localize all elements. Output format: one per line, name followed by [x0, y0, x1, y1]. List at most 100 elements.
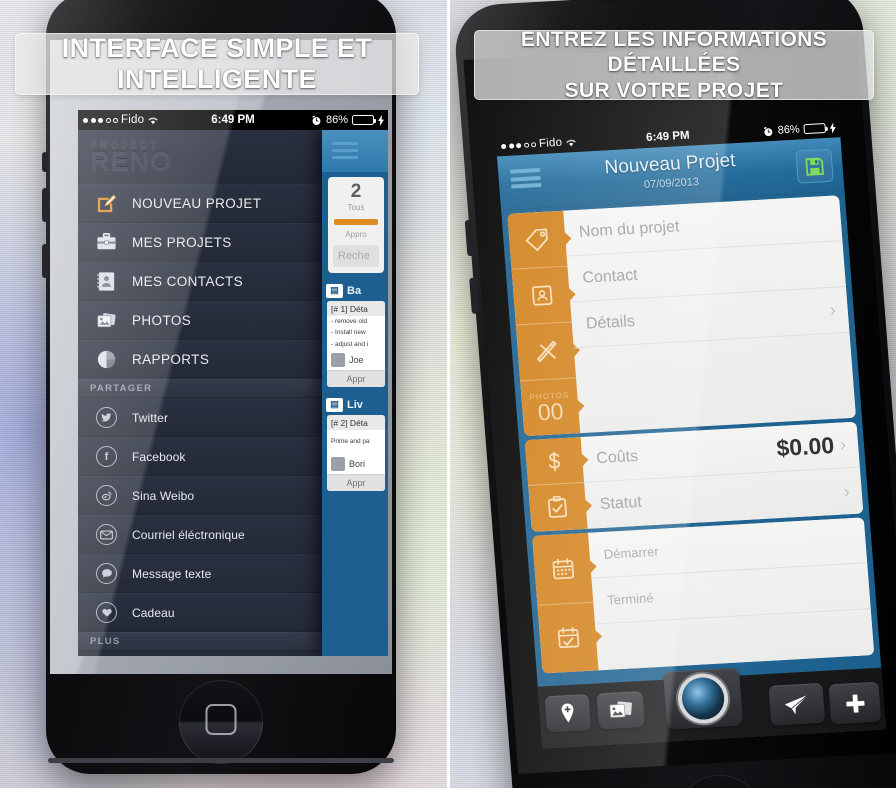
- calendar-start-icon: [532, 532, 594, 606]
- battery-icon: [352, 115, 376, 125]
- form-rows: Nom du projet Contact Détails ›: [563, 195, 857, 434]
- peek-search-input[interactable]: Reche: [333, 245, 379, 267]
- tag-icon: [507, 210, 568, 270]
- add-location-button[interactable]: [544, 693, 592, 733]
- battery-percent-label: 86%: [777, 123, 801, 137]
- logo-bottom-text: RENO: [90, 146, 173, 177]
- status-right-group: 86%: [762, 121, 836, 137]
- field-placeholder: Statut: [599, 493, 643, 514]
- peek-count-label: Tous: [347, 203, 365, 212]
- floppy-disk-save-icon: [803, 155, 827, 178]
- form-group-icon-rail: [532, 532, 599, 674]
- gallery-button[interactable]: [596, 690, 646, 730]
- right-promo-panel: Fido 6:49 PM 86% Nouveau Projet 07/09/20…: [449, 0, 896, 788]
- peek-person-name: Bori: [349, 458, 366, 469]
- device-bottom-edge: [48, 758, 394, 763]
- contact-card-icon: ▤: [326, 283, 343, 298]
- peek-group-body: [# 1] Déta - remove old - Install new - …: [327, 301, 385, 388]
- field-placeholder: Nom du projet: [578, 217, 680, 241]
- form-group-cost-status: Coûts $0.00 › Statut ›: [524, 421, 864, 532]
- save-button[interactable]: [795, 148, 834, 184]
- battery-percent-label: 86%: [325, 114, 348, 126]
- field-placeholder: Détails: [585, 312, 636, 333]
- gift-heart-icon: [94, 600, 119, 625]
- right-phone-device: Fido 6:49 PM 86% Nouveau Projet 07/09/20…: [452, 0, 896, 788]
- cost-value: $0.00: [775, 431, 836, 462]
- sidebar-item-label: PHOTOS: [132, 313, 192, 328]
- left-status-bar: Fido 6:49 PM 86%: [78, 110, 388, 130]
- volume-up-button[interactable]: [42, 188, 49, 222]
- camera-lens-icon: [680, 676, 726, 721]
- plus-icon: [843, 691, 868, 715]
- new-project-pencil-icon: [94, 191, 119, 216]
- battery-icon: [803, 122, 827, 135]
- left-phone-glass: Fido 6:49 PM 86% PROJECT RENO NOUVEAU PR…: [50, 40, 392, 674]
- sidebar-item-label: Sina Weibo: [132, 488, 195, 503]
- hamburger-menu-icon[interactable]: [332, 142, 358, 159]
- field-photos-area[interactable]: [574, 333, 856, 433]
- home-square-glyph: [205, 704, 237, 736]
- peek-detail-panel[interactable]: 2 Tous Appro Reche ▤ Ba [# 1] Déta - rem…: [322, 130, 388, 656]
- avatar: [331, 456, 345, 471]
- peek-approve-button[interactable]: Appr: [327, 473, 385, 491]
- left-promo-panel: Fido 6:49 PM 86% PROJECT RENO NOUVEAU PR…: [0, 0, 448, 788]
- power-button[interactable]: [601, 0, 665, 4]
- left-phone-screen: Fido 6:49 PM 86% PROJECT RENO NOUVEAU PR…: [78, 110, 388, 656]
- peek-navbar: [322, 130, 388, 172]
- camera-button[interactable]: [662, 667, 744, 730]
- sidebar-item-label: NOUVEAU PROJET: [132, 196, 262, 211]
- add-button[interactable]: [828, 681, 882, 725]
- peek-person-row: Joe: [327, 350, 385, 370]
- send-paper-plane-icon: [783, 693, 811, 715]
- field-placeholder: Démarrer: [603, 543, 660, 562]
- email-icon: [94, 522, 119, 547]
- left-banner: INTERFACE SIMPLE ET INTELLIGENTE: [15, 33, 419, 95]
- chevron-right-icon: ›: [839, 434, 847, 455]
- right-banner-line2: SUR VOTRE PROJET: [564, 78, 784, 102]
- peek-group: ▤ Ba [# 1] Déta - remove old - Install n…: [322, 280, 388, 388]
- send-button[interactable]: [768, 682, 826, 726]
- peek-detail-line: - Install new: [331, 329, 366, 337]
- twitter-bird-icon: [94, 405, 119, 430]
- mute-switch[interactable]: [42, 152, 48, 172]
- sidebar-item-label: Twitter: [132, 410, 169, 425]
- alarm-clock-icon: [762, 125, 774, 137]
- chevron-right-icon: ›: [828, 299, 837, 320]
- right-phone-wrapper: Fido 6:49 PM 86% Nouveau Projet 07/09/20…: [449, 0, 896, 788]
- volume-up-button[interactable]: [464, 219, 475, 257]
- peek-person-row: Bori: [327, 454, 385, 474]
- photos-count: 00: [536, 397, 565, 425]
- peek-group-title: Liv: [347, 398, 363, 411]
- form-rows: Démarrer Terminé: [588, 517, 875, 671]
- project-form: PHOTOS 00 Nom du projet Contact Détails …: [501, 191, 887, 749]
- photos-stack-icon: [94, 308, 119, 333]
- peek-group-header: ▤ Ba: [322, 280, 388, 301]
- peek-detail-line: Prime and pa: [331, 438, 370, 446]
- sidebar-item-label: MES CONTACTS: [132, 274, 244, 289]
- peek-detail-title: [# 1] Déta: [327, 301, 385, 316]
- text-message-icon: [94, 561, 119, 586]
- form-rows: Coûts $0.00 › Statut ›: [580, 421, 864, 529]
- screenshot-stage: Fido 6:49 PM 86% PROJECT RENO NOUVEAU PR…: [0, 0, 896, 788]
- peek-counter: 2 Tous: [328, 177, 384, 212]
- facebook-f-icon: f: [94, 444, 119, 469]
- home-button[interactable]: [674, 772, 767, 788]
- volume-down-button[interactable]: [469, 277, 479, 314]
- peek-detail-line: - remove old: [331, 318, 368, 325]
- panel-divider: [447, 0, 450, 788]
- right-banner-line1: ENTREZ LES INFORMATIONS DÉTAILLÉES: [520, 27, 828, 77]
- home-button[interactable]: [179, 680, 263, 764]
- peek-detail-title: [# 2] Déta: [327, 415, 385, 431]
- alarm-clock-icon: [311, 115, 322, 126]
- left-banner-text: INTERFACE SIMPLE ET INTELLIGENTE: [61, 33, 373, 94]
- volume-down-button[interactable]: [42, 244, 49, 278]
- peek-approve-button[interactable]: Appr: [327, 370, 385, 388]
- status-right-group: 86%: [311, 114, 384, 126]
- photo-gallery-icon: [607, 699, 634, 721]
- peek-group-header: ▤ Liv: [322, 394, 388, 415]
- lightning-bolt-icon: [829, 122, 836, 134]
- sidebar-item-label: Message texte: [132, 566, 212, 581]
- pie-chart-icon: [94, 347, 119, 372]
- chevron-right-icon: ›: [842, 480, 851, 501]
- field-placeholder: Terminé: [606, 590, 655, 608]
